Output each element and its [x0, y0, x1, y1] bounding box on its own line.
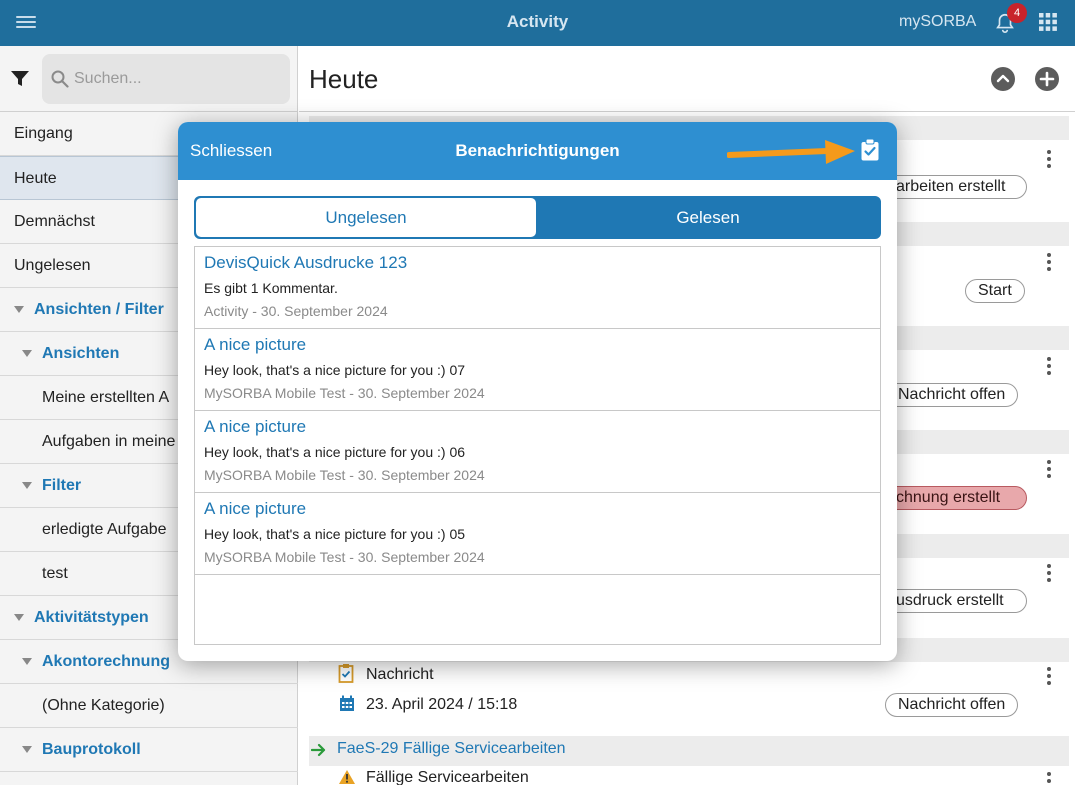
sidebar-item-label: Akontorechnung [42, 653, 170, 670]
action-pill-error[interactable]: chnung erstellt [883, 486, 1027, 510]
notification-meta: Activity - 30. September 2024 [204, 303, 388, 319]
sidebar-item-label: Eingang [14, 125, 73, 142]
grid-icon[interactable] [1039, 13, 1057, 31]
sidebar-item-label: Heute [14, 170, 57, 187]
read-state-segmented-control: Ungelesen Gelesen [194, 196, 881, 239]
main-header: Heute [299, 46, 1075, 112]
row-date: 23. April 2024 / 15:18 [366, 696, 518, 713]
notification-title: A nice picture [204, 417, 307, 436]
page-title: Heute [309, 64, 379, 94]
more-options-icon[interactable] [1047, 772, 1053, 785]
filter-icon[interactable] [10, 70, 30, 88]
collapse-triangle-icon [14, 306, 24, 313]
more-options-icon[interactable] [1047, 150, 1053, 168]
sidebar-item-label: Ansichten [42, 345, 120, 362]
tab-gelesen[interactable]: Gelesen [537, 198, 879, 237]
tab-ungelesen[interactable]: Ungelesen [196, 198, 536, 237]
plus-icon [1039, 71, 1055, 87]
activity-link[interactable]: FaeS-29 Fällige Servicearbeiten [337, 740, 566, 758]
notification-body: Es gibt 1 Kommentar. [204, 280, 338, 296]
collapse-triangle-icon [22, 350, 32, 357]
notification-meta: MySORBA Mobile Test - 30. September 2024 [204, 549, 485, 565]
action-pill[interactable]: Nachricht offen [885, 383, 1019, 407]
row-type-label: Nachricht [366, 666, 434, 683]
notification-item[interactable]: A nice picture Hey look, that's a nice p… [195, 493, 880, 575]
search-box[interactable] [42, 54, 290, 104]
start-pill[interactable]: Start [965, 279, 1025, 303]
collapse-triangle-icon [22, 746, 32, 753]
sidebar-item-label: (Ohne Kategorie) [42, 697, 165, 714]
warning-icon [339, 770, 355, 784]
calendar-icon [340, 695, 354, 711]
collapse-triangle-icon [22, 658, 32, 665]
sidebar-item-label: Aufgaben in meine [42, 433, 176, 450]
notification-item[interactable]: A nice picture Hey look, that's a nice p… [195, 329, 880, 411]
more-options-icon[interactable] [1047, 667, 1053, 685]
more-options-icon[interactable] [1047, 564, 1053, 582]
top-bar: Activity mySORBA 4 [0, 0, 1075, 46]
more-options-icon[interactable] [1047, 460, 1053, 478]
collapse-triangle-icon [22, 482, 32, 489]
sidebar-item-label: Ungelesen [14, 257, 91, 274]
sidebar-item-ohne-kategorie[interactable]: (Ohne Kategorie) [0, 684, 298, 728]
search-row [0, 46, 298, 112]
chevron-up-icon [996, 74, 1010, 83]
mark-all-read-icon[interactable] [860, 138, 880, 162]
action-pill[interactable]: usdruck erstellt [883, 589, 1027, 613]
notifications-dialog: Schliessen Benachrichtigungen Ungelesen … [178, 122, 897, 661]
action-pill[interactable]: Nachricht offen [885, 693, 1019, 717]
row-type-label: Fällige Servicearbeiten [366, 769, 529, 785]
search-input[interactable] [74, 67, 274, 91]
notification-item[interactable]: DevisQuick Ausdrucke 123 Es gibt 1 Komme… [195, 247, 880, 329]
notification-meta: MySORBA Mobile Test - 30. September 2024 [204, 385, 485, 401]
sidebar-item-label: Meine erstellten A [42, 389, 170, 406]
sidebar-item-label: Bauprotokoll [42, 741, 141, 758]
notification-title: DevisQuick Ausdrucke 123 [204, 253, 408, 272]
notification-count-badge: 4 [1007, 3, 1027, 23]
search-icon [51, 70, 69, 88]
sidebar-item-label: test [42, 565, 68, 582]
notification-item[interactable]: A nice picture Hey look, that's a nice p… [195, 411, 880, 493]
sidebar-item-label: erledigte Aufgabe [42, 521, 167, 538]
collapse-triangle-icon [14, 614, 24, 621]
sidebar-item-label: Aktivitätstypen [34, 609, 149, 626]
notification-title: A nice picture [204, 335, 307, 354]
sidebar-item-label: Ansichten / Filter [34, 301, 164, 318]
notification-meta: MySORBA Mobile Test - 30. September 2024 [204, 467, 485, 483]
notification-title: A nice picture [204, 499, 307, 518]
notification-body: Hey look, that's a nice picture for you … [204, 362, 466, 378]
add-button[interactable] [1035, 67, 1059, 91]
notification-body: Hey look, that's a nice picture for you … [204, 526, 466, 542]
more-options-icon[interactable] [1047, 253, 1053, 271]
arrow-right-icon [311, 743, 326, 757]
brand-link[interactable]: mySORBA [899, 13, 976, 31]
action-pill[interactable]: arbeiten erstellt [883, 175, 1027, 199]
sidebar-item-label: Demnächst [14, 213, 95, 230]
notification-list: DevisQuick Ausdrucke 123 Es gibt 1 Komme… [194, 246, 881, 645]
sidebar-group-bauprotokoll[interactable]: Bauprotokoll [0, 728, 298, 772]
scroll-up-button[interactable] [991, 67, 1015, 91]
annotation-arrow-icon [727, 140, 855, 164]
notification-body: Hey look, that's a nice picture for you … [204, 444, 466, 460]
sidebar-item-label: Filter [42, 477, 82, 494]
clipboard-check-icon [338, 664, 354, 683]
more-options-icon[interactable] [1047, 357, 1053, 375]
